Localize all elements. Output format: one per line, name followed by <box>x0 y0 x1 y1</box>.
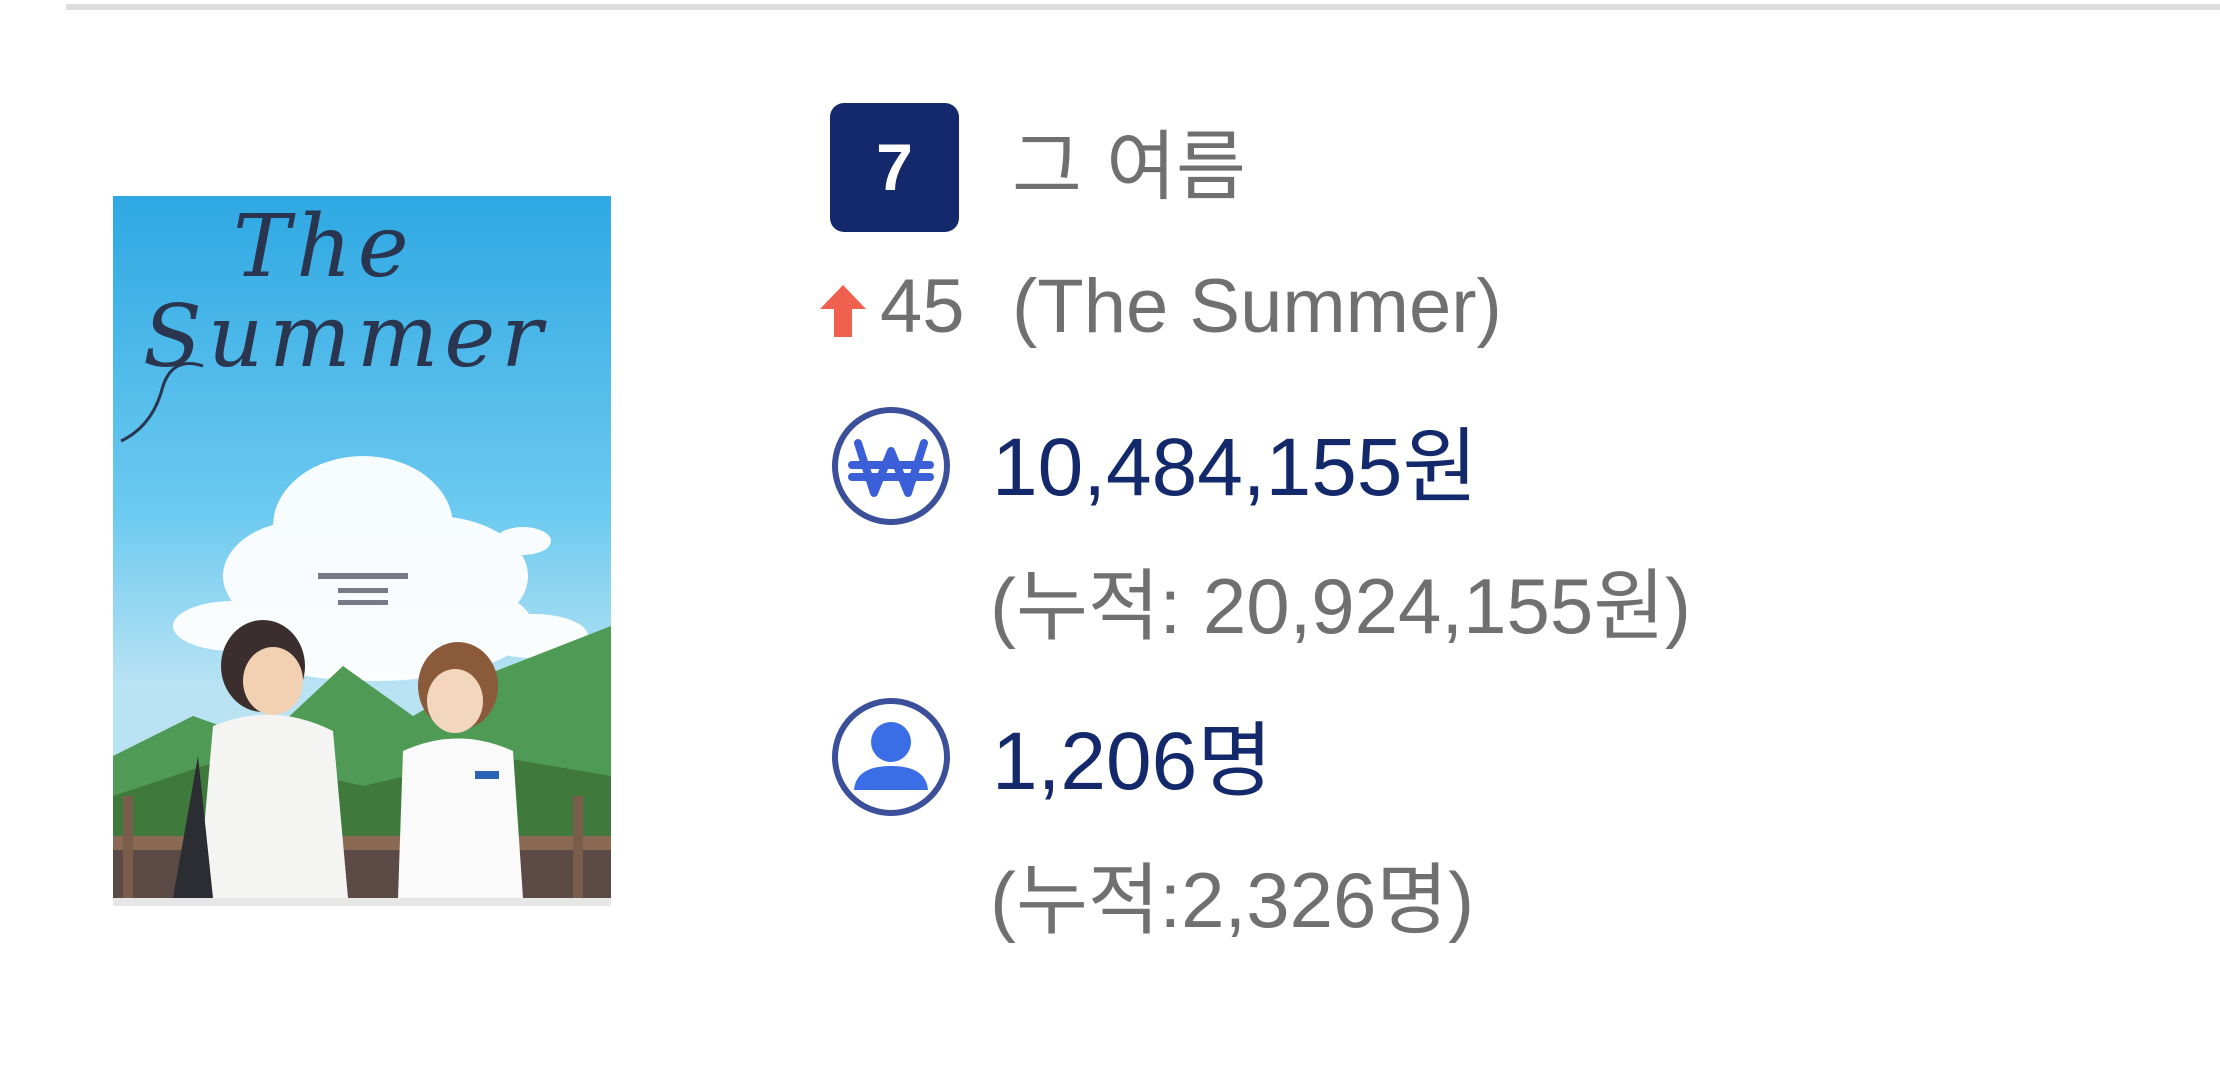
movie-poster[interactable]: The Summer <box>113 196 611 906</box>
daily-sales-value: 10,484,155원 <box>992 422 1478 513</box>
movie-title-english[interactable]: (The Summer) <box>1012 262 1502 352</box>
person-icon <box>832 698 950 816</box>
daily-audience-value: 1,206명 <box>992 716 1273 807</box>
movie-rank-item[interactable]: The Summer 7 그 여름 45 (The Summer) 10,484… <box>0 0 2220 1080</box>
won-icon <box>832 407 950 525</box>
movie-title-korean[interactable]: 그 여름 <box>1012 112 1246 222</box>
poster-illustration <box>113 196 611 898</box>
top-divider <box>66 4 2220 10</box>
rank-badge: 7 <box>830 103 959 232</box>
rank-change-value: 45 <box>880 264 965 349</box>
arrow-up-icon <box>820 285 866 337</box>
cumulative-sales-value: (누적: 20,924,155원) <box>990 562 1691 650</box>
cumulative-audience-value: (누적:2,326명) <box>990 856 1475 944</box>
